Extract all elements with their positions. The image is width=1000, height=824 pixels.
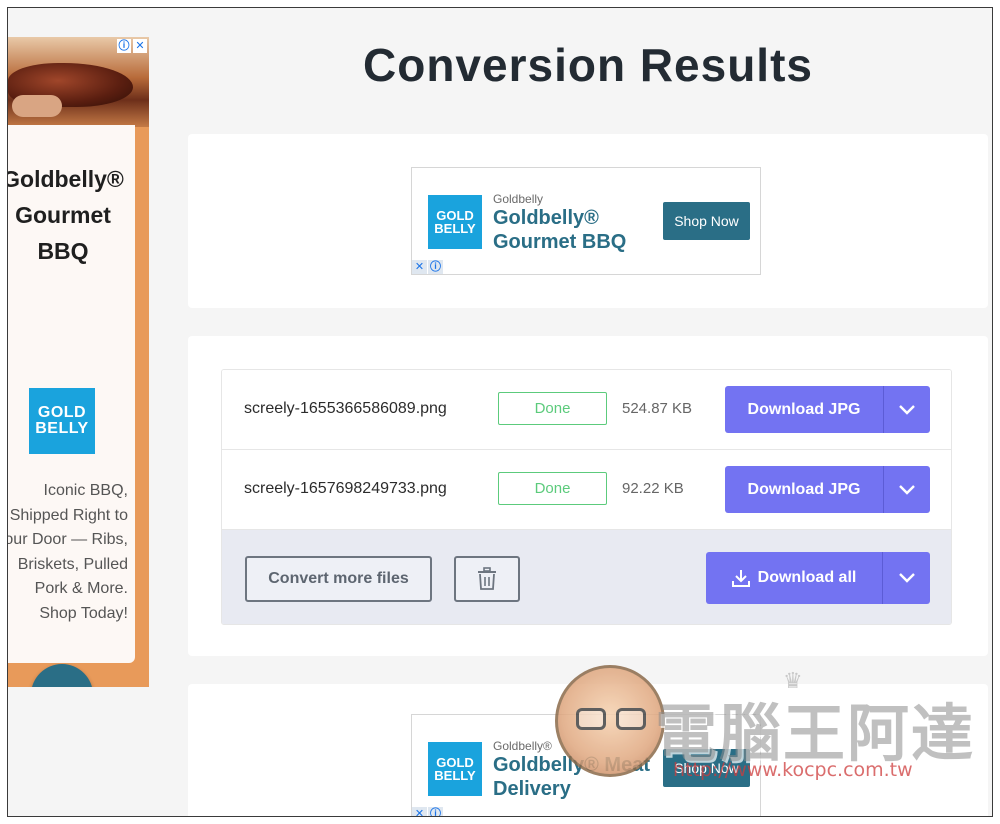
file-list: screely-1655366586089.png Done 524.87 KB… <box>221 369 952 625</box>
results-card: screely-1655366586089.png Done 524.87 KB… <box>188 336 988 656</box>
chevron-down-icon[interactable] <box>884 386 930 433</box>
file-name: screely-1657698249733.png <box>244 480 447 497</box>
info-icon[interactable]: ⓘ <box>117 39 131 53</box>
browser-frame: ⓘ ✕ Goldbelly® Gourmet BBQ GOLD BELLY Ic… <box>7 7 993 817</box>
status-badge: Done <box>498 472 607 505</box>
file-name: screely-1655366586089.png <box>244 400 447 417</box>
side-ad-description: Iconic BBQ, Shipped Right to Your Door —… <box>8 482 128 622</box>
side-ad-card[interactable]: Goldbelly® Gourmet BBQ GOLD BELLY Iconic… <box>8 125 135 687</box>
top-banner-ad[interactable]: GOLD BELLY Goldbelly Goldbelly® Gourmet … <box>411 167 761 275</box>
chevron-down-icon[interactable] <box>883 552 930 604</box>
shop-now-button[interactable]: Shop Now <box>663 202 750 240</box>
bottom-banner-ad[interactable]: GOLD BELLY Goldbelly® Goldbelly® Meat De… <box>411 714 761 816</box>
goldbelly-logo: GOLD BELLY <box>428 195 482 249</box>
info-icon[interactable]: ⓘ <box>428 260 443 274</box>
close-icon[interactable]: ✕ <box>412 807 427 816</box>
side-advertisement[interactable]: ⓘ ✕ Goldbelly® Gourmet BBQ GOLD BELLY Ic… <box>8 37 149 687</box>
side-ad-title: Goldbelly® Gourmet BBQ <box>8 166 124 264</box>
bottom-ad-card: GOLD BELLY Goldbelly® Goldbelly® Meat De… <box>188 684 988 816</box>
download-jpg-button[interactable]: Download JPG <box>725 386 930 433</box>
download-jpg-label[interactable]: Download JPG <box>725 466 883 513</box>
download-all-button[interactable]: Download all <box>706 552 930 604</box>
file-row: screely-1657698249733.png Done 92.22 KB … <box>222 450 951 530</box>
delete-button[interactable] <box>454 556 520 602</box>
ad-brand: Goldbelly <box>493 192 544 206</box>
close-icon[interactable]: ✕ <box>412 260 427 274</box>
file-row: screely-1655366586089.png Done 524.87 KB… <box>222 370 951 450</box>
info-icon[interactable]: ⓘ <box>428 807 443 816</box>
goldbelly-logo: GOLD BELLY <box>29 388 95 454</box>
chevron-right-icon[interactable]: › <box>31 664 93 687</box>
ad-choices[interactable]: ✕ ⓘ <box>412 807 443 816</box>
top-ad-card: GOLD BELLY Goldbelly Goldbelly® Gourmet … <box>188 134 988 308</box>
trash-icon <box>478 567 496 590</box>
page-title: Conversion Results <box>363 39 813 91</box>
status-badge: Done <box>498 392 607 425</box>
download-icon <box>731 570 750 587</box>
convert-more-files-button[interactable]: Convert more files <box>245 556 432 602</box>
file-size: 92.22 KB <box>622 480 684 497</box>
shop-now-button[interactable]: Shop Now <box>663 749 750 787</box>
results-actions: Convert more files Download all <box>222 530 951 624</box>
close-icon[interactable]: ✕ <box>133 39 147 53</box>
ad-choices[interactable]: ✕ ⓘ <box>412 260 443 274</box>
goldbelly-logo: GOLD BELLY <box>428 742 482 796</box>
ad-headline[interactable]: Goldbelly® Meat Delivery <box>493 753 663 801</box>
download-all-label[interactable]: Download all <box>706 552 882 604</box>
ad-choices[interactable]: ⓘ ✕ <box>117 39 147 53</box>
chevron-down-icon[interactable] <box>884 466 930 513</box>
download-jpg-label[interactable]: Download JPG <box>725 386 883 433</box>
ad-brand: Goldbelly® <box>493 739 552 753</box>
download-jpg-button[interactable]: Download JPG <box>725 466 930 513</box>
hand-image <box>12 95 62 117</box>
ad-headline[interactable]: Goldbelly® Gourmet BBQ <box>493 206 663 254</box>
file-size: 524.87 KB <box>622 400 693 417</box>
